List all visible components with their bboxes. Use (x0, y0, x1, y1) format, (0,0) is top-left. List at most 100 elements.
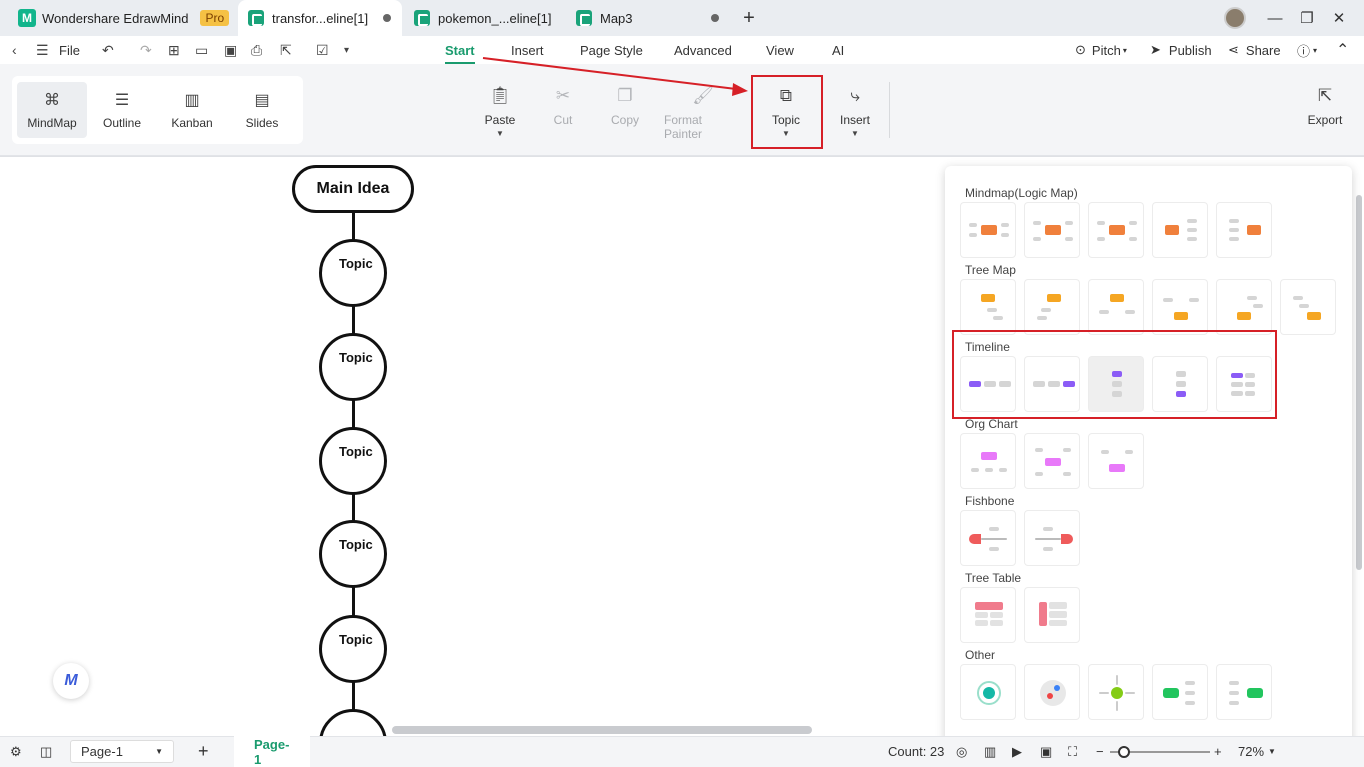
export-button[interactable]: ⇱ Export (1304, 84, 1346, 144)
paste-button[interactable]: 📋︎ Paste ▼ (480, 84, 520, 144)
pitch-button[interactable]: ⊙ Pitch ▾ (1075, 36, 1127, 64)
layout-tree-table-2[interactable] (1024, 587, 1080, 643)
focus-icon[interactable]: ◎ (956, 736, 967, 767)
topic-node[interactable]: Topic (319, 239, 387, 307)
tab-document-1[interactable]: transfor...eline[1] (238, 0, 402, 36)
export-label: Export (1307, 113, 1343, 127)
export-quick-icon[interactable]: ⇱ (280, 42, 292, 59)
print-icon[interactable]: ⎙ (251, 42, 262, 59)
new-file-icon[interactable]: ⊞ (168, 42, 180, 59)
insert-relationship-button[interactable]: ⤷ Insert ▼ (835, 84, 875, 144)
ai-assistant-button[interactable]: M (53, 663, 89, 699)
layout-other-4[interactable] (1152, 664, 1208, 720)
file-menu[interactable]: File (59, 36, 80, 64)
zoom-in-button[interactable]: + (1214, 736, 1222, 767)
layout-tree-1[interactable] (960, 279, 1016, 335)
layout-other-1[interactable] (960, 664, 1016, 720)
layout-mindmap-2[interactable] (1024, 202, 1080, 258)
minimize-button[interactable]: — (1259, 0, 1291, 36)
tab-advanced[interactable]: Advanced (674, 36, 732, 64)
hamburger-menu-icon[interactable]: ☰ (36, 42, 49, 59)
page-select-value: Page-1 (81, 744, 123, 759)
unsaved-dot-icon[interactable] (383, 14, 391, 22)
tab-label: Map3 (600, 10, 633, 26)
open-folder-icon[interactable]: ▭ (195, 42, 208, 59)
layout-tree-3[interactable] (1088, 279, 1144, 335)
view-label: MindMap (27, 116, 77, 130)
tab-page-style[interactable]: Page Style (580, 36, 643, 64)
tab-insert[interactable]: Insert (511, 36, 544, 64)
layout-mindmap-5[interactable] (1216, 202, 1272, 258)
zoom-out-button[interactable]: − (1096, 736, 1104, 767)
page-list-icon[interactable]: ⚙ (10, 736, 22, 767)
layout-tree-table-1[interactable] (960, 587, 1016, 643)
tab-start[interactable]: Start (443, 36, 477, 64)
page-tab-active[interactable]: Page-1 (234, 736, 310, 767)
layout-tree-5[interactable] (1216, 279, 1272, 335)
topic-node[interactable]: Topic (319, 333, 387, 401)
checkbox-icon[interactable]: ☑ (316, 42, 329, 59)
tab-document-3[interactable]: Map3 (566, 0, 730, 36)
avatar[interactable] (1224, 7, 1246, 29)
more-quick-tools-icon[interactable]: ▾ (344, 45, 349, 56)
tab-document-2[interactable]: pokemon_...eline[1] (404, 0, 564, 36)
book-icon[interactable]: ▥ (984, 736, 996, 767)
section-tree-table: Tree Table (965, 571, 1022, 585)
add-page-button[interactable]: + (198, 736, 209, 767)
fit-page-icon[interactable]: ▣ (1040, 736, 1052, 767)
main-idea-node[interactable]: Main Idea (292, 165, 414, 213)
layout-other-5[interactable] (1216, 664, 1272, 720)
format-painter-button[interactable]: 🖌︎ Format Painter (664, 84, 742, 144)
tab-view[interactable]: View (766, 36, 794, 64)
send-icon: ➤ (1150, 42, 1161, 57)
layout-other-3[interactable] (1088, 664, 1144, 720)
topic-node[interactable]: Topic (319, 427, 387, 495)
save-icon[interactable]: ▣ (224, 42, 237, 59)
topic-node-partial[interactable] (319, 709, 387, 736)
zoom-level[interactable]: 72% ▼ (1238, 736, 1276, 767)
layout-tree-2[interactable] (1024, 279, 1080, 335)
undo-icon[interactable]: ↶ (102, 42, 114, 59)
topic-node[interactable]: Topic (319, 520, 387, 588)
topic-node[interactable]: Topic (319, 615, 387, 683)
layout-tree-6[interactable] (1280, 279, 1336, 335)
chevron-down-icon: ▼ (155, 747, 163, 756)
tab-ai[interactable]: AI (832, 36, 844, 64)
layout-tree-4[interactable] (1152, 279, 1208, 335)
export-icon: ⇱ (1317, 86, 1333, 105)
view-mindmap[interactable]: ⌘ MindMap (17, 82, 87, 138)
sidebar-toggle-icon[interactable]: ◫ (40, 736, 52, 767)
layout-fishbone-1[interactable] (960, 510, 1016, 566)
collapse-ribbon-icon[interactable]: ⌃ (1336, 36, 1349, 64)
cut-button[interactable]: ✂ Cut (546, 84, 580, 144)
horizontal-scrollbar[interactable] (392, 726, 812, 734)
zoom-slider[interactable] (1110, 736, 1210, 767)
redo-icon[interactable]: ↷ (140, 42, 152, 59)
back-icon[interactable]: ‹ (12, 42, 17, 58)
layout-mindmap-3[interactable] (1088, 202, 1144, 258)
play-icon[interactable]: ▶ (1012, 736, 1022, 767)
fullscreen-icon[interactable]: ⛶ (1068, 736, 1077, 767)
unsaved-dot-icon[interactable] (711, 14, 719, 22)
layout-org-3[interactable] (1088, 433, 1144, 489)
view-slides[interactable]: ▤ Slides (227, 82, 297, 138)
layout-org-1[interactable] (960, 433, 1016, 489)
layout-other-2[interactable] (1024, 664, 1080, 720)
copy-button[interactable]: ❐ Copy (606, 84, 644, 144)
close-window-button[interactable]: ✕ (1323, 0, 1355, 36)
app-home-tab[interactable]: M Wondershare EdrawMind Pro (8, 0, 230, 36)
layout-mindmap-4[interactable] (1152, 202, 1208, 258)
layout-fishbone-2[interactable] (1024, 510, 1080, 566)
restore-button[interactable]: ❐ (1291, 0, 1323, 36)
publish-button[interactable]: ➤ Publish (1150, 36, 1212, 64)
layout-mindmap-1[interactable] (960, 202, 1016, 258)
edrawmind-logo-icon: M (18, 9, 36, 27)
share-button[interactable]: ⋖ Share (1228, 36, 1281, 64)
new-tab-button[interactable]: + (733, 0, 765, 36)
layout-org-2[interactable] (1024, 433, 1080, 489)
view-kanban[interactable]: ▥ Kanban (157, 82, 227, 138)
page-select[interactable]: Page-1 ▼ (70, 740, 174, 763)
view-outline[interactable]: ☰ Outline (87, 82, 157, 138)
help-button[interactable]: ⓘ ▾ (1297, 36, 1317, 64)
vertical-scrollbar[interactable] (1356, 195, 1362, 570)
